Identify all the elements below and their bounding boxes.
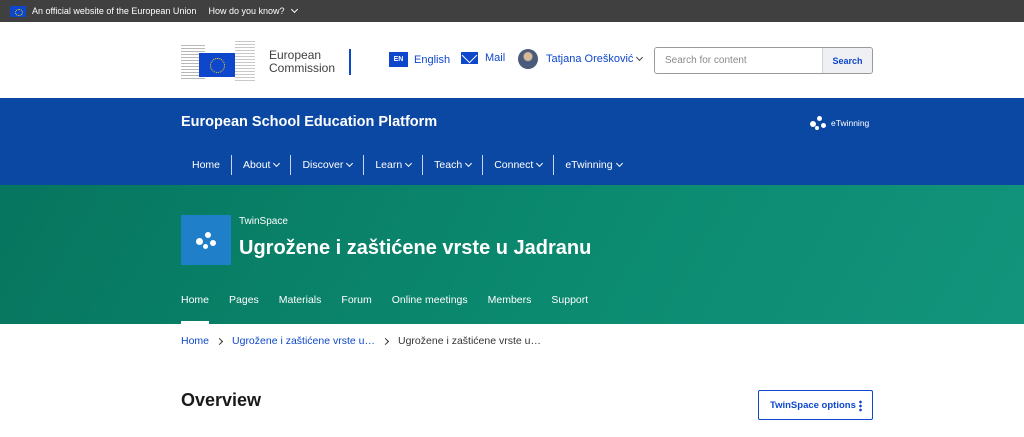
how-do-you-know-toggle[interactable]: How do you know? (208, 5, 298, 16)
tab-home[interactable]: Home (181, 294, 210, 324)
main-navigation: Home About Discover Learn Teach Connect … (181, 154, 633, 176)
etwinning-logo[interactable]: eTwinning (808, 114, 869, 132)
chevron-down-icon (290, 5, 298, 14)
chevron-down-icon (636, 53, 644, 62)
chevron-down-icon (346, 159, 354, 168)
search-input[interactable] (655, 48, 822, 73)
eu-flag-icon (10, 5, 26, 17)
twinspace-options-label: TwinSpace options (770, 399, 856, 411)
twinspace-header: TwinSpace Ugrožene i zaštićene vrste u J… (0, 185, 1024, 324)
nav-item-connect[interactable]: Connect (483, 154, 553, 176)
avatar (518, 49, 538, 69)
platform-title[interactable]: European School Education Platform (181, 114, 437, 130)
etwinning-label: eTwinning (831, 118, 870, 128)
chevron-down-icon (465, 159, 473, 168)
official-website-text: An official website of the European Unio… (32, 6, 197, 16)
nav-item-about[interactable]: About (232, 154, 290, 176)
platform-header: European School Education Platform eTwin… (0, 98, 1024, 185)
commission-building-logo-icon (181, 41, 259, 83)
mail-link[interactable]: Mail (461, 52, 505, 64)
official-eu-banner: An official website of the European Unio… (0, 0, 1024, 22)
page-title: Overview (181, 390, 262, 410)
language-label: English (414, 53, 451, 66)
nav-item-discover[interactable]: Discover (291, 154, 363, 176)
tab-support[interactable]: Support (551, 294, 588, 324)
twinspace-title: Ugrožene i zaštićene vrste u Jadranu (239, 237, 592, 259)
tab-pages[interactable]: Pages (229, 294, 259, 324)
breadcrumb: Home Ugrožene i zaštićene vrste u… Ugrož… (181, 335, 541, 347)
tab-forum[interactable]: Forum (341, 294, 371, 324)
envelope-icon (461, 52, 478, 64)
more-vertical-icon (859, 400, 862, 412)
search-box: Search (654, 47, 873, 74)
breadcrumb-home[interactable]: Home (181, 335, 209, 347)
logo-divider (349, 49, 352, 75)
chevron-down-icon (273, 159, 281, 168)
breadcrumb-current: Ugrožene i zaštićene vrste u… (398, 335, 541, 347)
logo-line-2: Commission (269, 61, 336, 75)
nav-item-home[interactable]: Home (181, 154, 231, 176)
chevron-down-icon (615, 159, 623, 168)
user-name: Tatjana Orešković (546, 53, 634, 65)
tab-members[interactable]: Members (488, 294, 532, 324)
tab-online-meetings[interactable]: Online meetings (392, 294, 468, 324)
language-code-badge: EN (389, 52, 408, 67)
search-button[interactable]: Search (822, 48, 872, 73)
tab-materials[interactable]: Materials (279, 294, 322, 324)
etwinning-icon (194, 229, 218, 251)
mail-label: Mail (485, 52, 506, 64)
user-menu[interactable]: Tatjana Orešković (518, 49, 644, 69)
nav-item-learn[interactable]: Learn (364, 154, 422, 176)
twinspace-tabs: Home Pages Materials Forum Online meetin… (181, 294, 608, 324)
language-selector[interactable]: EN English (389, 52, 450, 67)
chevron-down-icon (536, 159, 544, 168)
twinspace-kicker: TwinSpace (239, 216, 288, 227)
chevron-right-icon (381, 337, 390, 345)
site-header: European Commission EN English Mail Tatj… (0, 22, 1024, 98)
chevron-down-icon (405, 159, 413, 168)
nav-item-teach[interactable]: Teach (423, 154, 482, 176)
etwinning-icon (808, 114, 828, 132)
nav-item-etwinning[interactable]: eTwinning (554, 154, 632, 176)
twinspace-options-button[interactable]: TwinSpace options (758, 390, 873, 420)
how-do-you-know-label: How do you know? (208, 6, 285, 16)
twinspace-logo (181, 215, 231, 265)
logo-text: European Commission (269, 49, 335, 75)
european-commission-logo[interactable]: European Commission (181, 40, 352, 84)
breadcrumb-twinspace[interactable]: Ugrožene i zaštićene vrste u… (232, 335, 375, 347)
chevron-right-icon (215, 337, 224, 345)
